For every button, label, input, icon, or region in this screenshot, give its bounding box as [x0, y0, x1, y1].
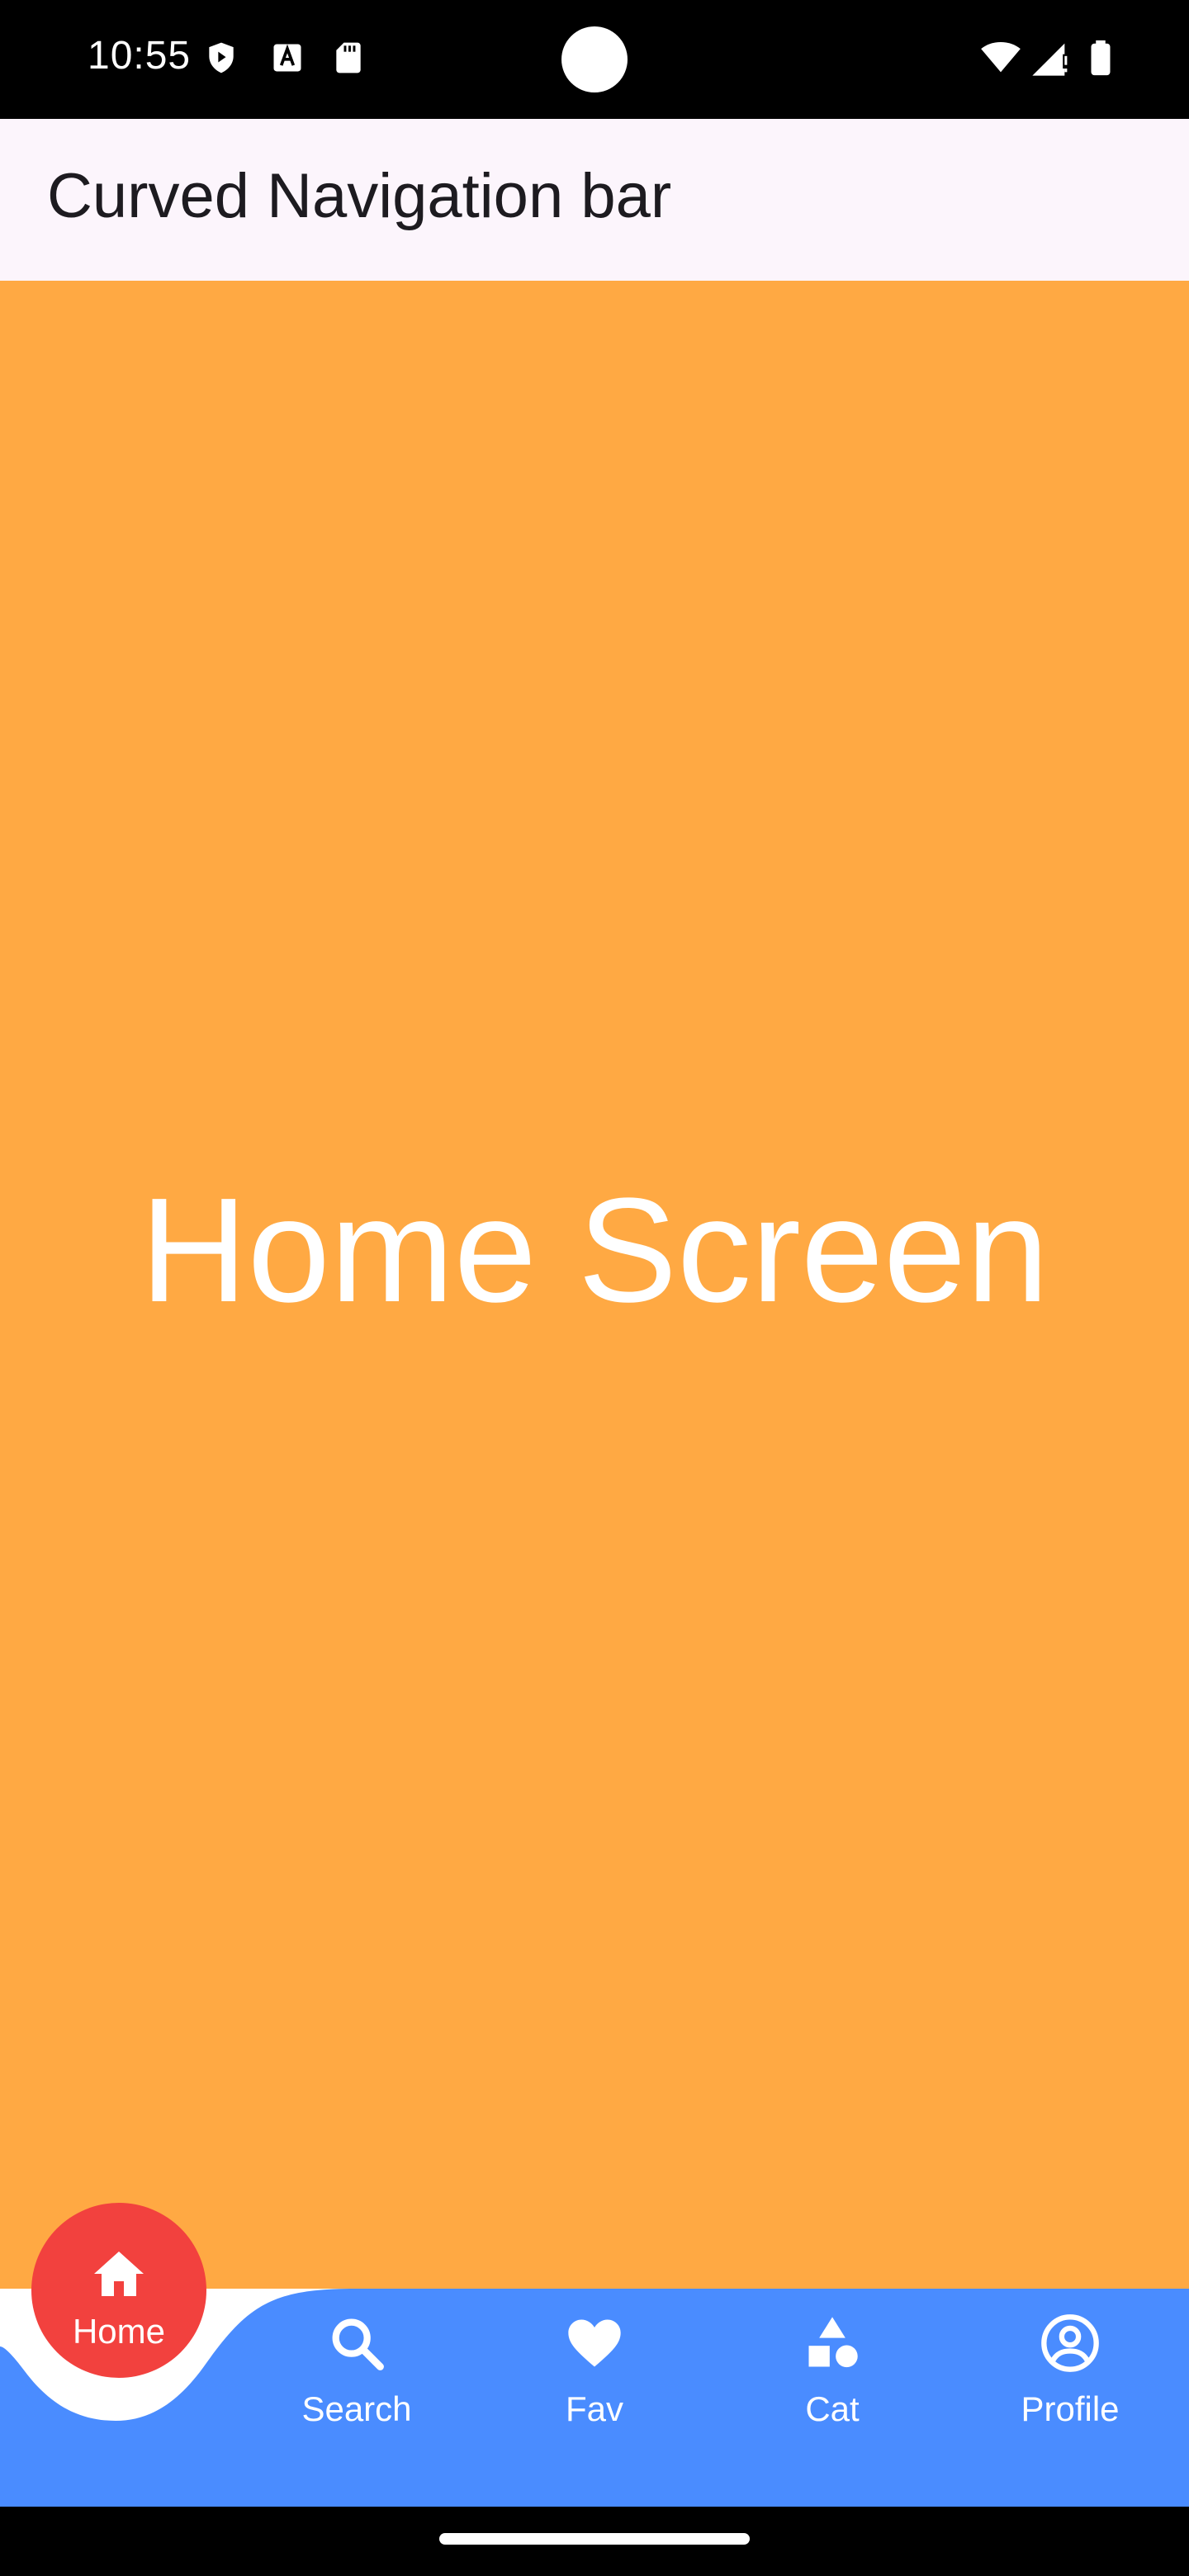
phone-screen: 10:55 Curved Navigation bar Home Screen …: [0, 0, 1189, 2576]
home-screen-content: Home Screen: [0, 281, 1189, 2289]
camera-cutout: [561, 26, 628, 92]
nav-label-fav: Fav: [565, 2389, 623, 2428]
category-shapes-icon: [808, 2317, 858, 2368]
nav-label-profile: Profile: [1021, 2389, 1120, 2428]
nav-item-fav[interactable]: Fav: [504, 2312, 685, 2452]
battery-icon: [1091, 40, 1111, 76]
nav-label-search: Search: [301, 2389, 412, 2428]
status-bar: 10:55: [0, 0, 1189, 119]
wifi-icon: [981, 42, 1021, 73]
profile-icon: [1041, 2314, 1099, 2372]
keyboard-a-icon: [273, 44, 301, 72]
search-icon: [332, 2318, 384, 2370]
cell-signal-icon: [1032, 43, 1068, 76]
gesture-handle[interactable]: [439, 2533, 750, 2545]
nav-item-search[interactable]: Search: [266, 2312, 448, 2452]
app-title: Curved Navigation bar: [47, 161, 672, 231]
sd-card-icon: [336, 42, 361, 73]
shield-play-icon: [209, 42, 234, 73]
nav-label-home: Home: [72, 2312, 166, 2351]
nav-item-profile[interactable]: Profile: [979, 2312, 1161, 2452]
screen-title: Home Screen: [140, 1167, 1049, 1333]
nav-item-cat[interactable]: Cat: [741, 2312, 923, 2452]
home-icon: [94, 2252, 144, 2296]
nav-label-cat: Cat: [805, 2389, 860, 2428]
app-bar: Curved Navigation bar: [0, 119, 1189, 281]
status-time: 10:55: [88, 34, 192, 78]
heart-icon: [568, 2319, 621, 2367]
nav-item-home[interactable]: Home: [31, 2203, 206, 2378]
